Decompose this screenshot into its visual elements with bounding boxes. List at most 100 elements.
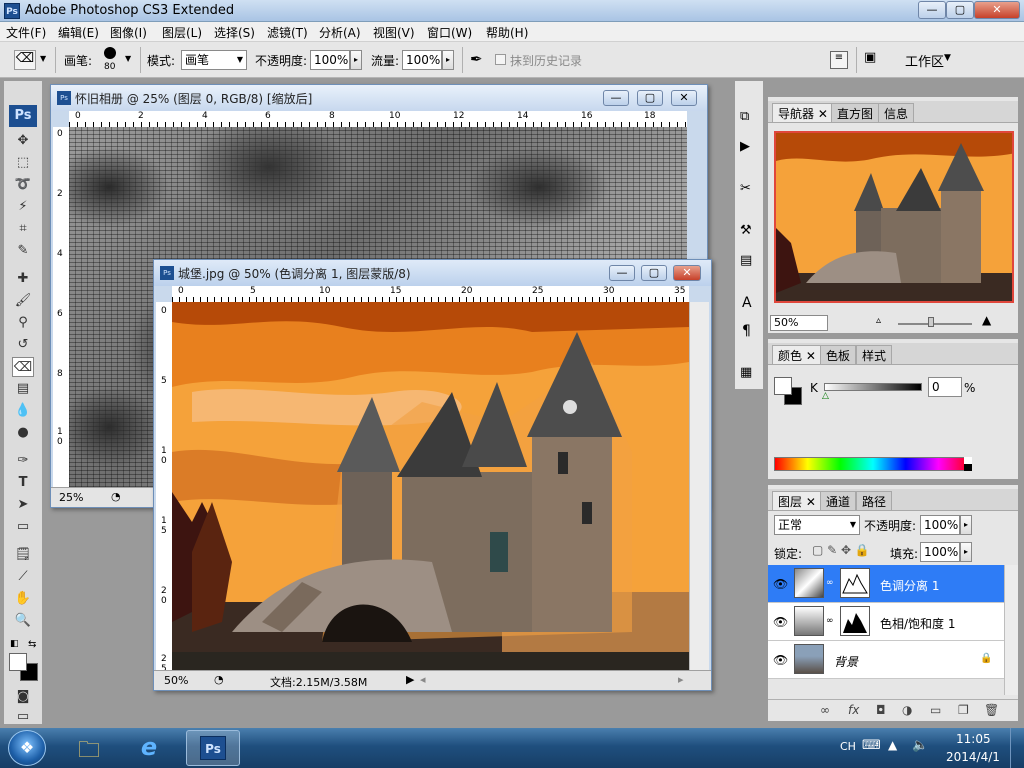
link-icon[interactable]: ∞ bbox=[826, 578, 834, 588]
zoom-tool-icon[interactable]: 🔍 bbox=[12, 611, 34, 631]
screen-mode-icon[interactable]: ▭ bbox=[12, 707, 34, 727]
show-desktop-button[interactable] bbox=[1010, 728, 1024, 768]
lasso-tool-icon[interactable]: ➰ bbox=[12, 175, 34, 195]
palette-well-icon[interactable]: ≡ bbox=[830, 51, 848, 69]
menu-image[interactable]: 图像(I) bbox=[110, 24, 147, 41]
k-value-input[interactable]: 0 bbox=[928, 377, 962, 397]
clock-date[interactable]: 2014/4/1 bbox=[946, 750, 1000, 764]
lock-icons[interactable]: ▢ ✎ ✥ 🔒 bbox=[812, 543, 870, 557]
menu-select[interactable]: 选择(S) bbox=[214, 24, 255, 41]
new-group-icon[interactable]: ▭ bbox=[930, 703, 941, 717]
status-info-arrow-icon[interactable]: ▶ bbox=[406, 673, 414, 686]
doc2-close-button[interactable]: ✕ bbox=[673, 265, 701, 281]
zoom-in-icon[interactable]: ▲ bbox=[982, 313, 991, 327]
fx-icon[interactable]: fx bbox=[848, 703, 859, 717]
doc1-status-menu-icon[interactable]: ◔ bbox=[111, 490, 121, 503]
flow-slider-button[interactable]: ▸ bbox=[442, 50, 454, 70]
restore-button[interactable]: ▢ bbox=[946, 1, 974, 19]
type-tool-icon[interactable]: T bbox=[12, 473, 34, 493]
menu-file[interactable]: 文件(F) bbox=[6, 24, 46, 41]
doc2-zoom-value[interactable]: 50% bbox=[164, 674, 188, 687]
doc1-minimize-button[interactable]: — bbox=[603, 90, 629, 106]
link-icon[interactable]: ∞ bbox=[826, 616, 834, 626]
actions-panel-icon[interactable]: ▶ bbox=[740, 139, 750, 154]
marquee-tool-icon[interactable]: ⬚ bbox=[12, 153, 34, 173]
eraser-tool-preset-icon[interactable]: ⌫ bbox=[14, 50, 36, 70]
navigator-zoom-slider[interactable] bbox=[898, 323, 972, 325]
spectrum-bw-swatch[interactable] bbox=[964, 457, 972, 471]
doc2-restore-button[interactable]: ▢ bbox=[641, 265, 667, 281]
eyedropper-tool-icon[interactable]: ⟋ bbox=[12, 567, 34, 587]
tab-layers[interactable]: 图层 ✕ bbox=[772, 491, 822, 510]
keyboard-icon[interactable]: ⌨ bbox=[862, 738, 881, 753]
explorer-taskbar-icon[interactable]: 🗀 bbox=[70, 733, 108, 763]
tab-swatches[interactable]: 色板 bbox=[820, 345, 857, 364]
ps-logo-icon[interactable]: Ps bbox=[9, 105, 37, 127]
default-colors-icon[interactable]: ◧ bbox=[10, 639, 19, 649]
layer-opacity-input[interactable]: 100% bbox=[920, 515, 960, 535]
fill-input[interactable]: 100% bbox=[920, 542, 960, 562]
dodge-tool-icon[interactable]: ● bbox=[12, 423, 34, 443]
menu-window[interactable]: 窗口(W) bbox=[427, 24, 472, 41]
swap-colors-icon[interactable]: ⇆ bbox=[28, 639, 36, 650]
photoshop-taskbar-button[interactable]: Ps bbox=[186, 730, 240, 766]
slice-tool-icon[interactable]: ✎ bbox=[12, 241, 34, 261]
foreground-color-swatch[interactable] bbox=[9, 653, 27, 671]
airbrush-icon[interactable]: ✒ bbox=[470, 50, 490, 70]
delete-layer-icon[interactable]: 🗑 bbox=[984, 703, 999, 717]
tab-channels[interactable]: 通道 bbox=[820, 491, 857, 510]
castle-image-canvas[interactable] bbox=[172, 302, 689, 670]
blend-mode-select[interactable]: 正常 ▼ bbox=[774, 515, 860, 535]
doc1-restore-button[interactable]: ▢ bbox=[637, 90, 663, 106]
layer-comps-icon[interactable]: ▦ bbox=[740, 365, 752, 380]
opacity-input[interactable]: 100% bbox=[310, 50, 350, 70]
preset-dropdown-icon[interactable]: ▼ bbox=[40, 54, 46, 63]
layer-opacity-slider[interactable]: ▸ bbox=[960, 515, 972, 535]
tab-histogram[interactable]: 直方图 bbox=[831, 103, 880, 122]
tab-color[interactable]: 颜色 ✕ bbox=[772, 345, 822, 364]
menu-edit[interactable]: 编辑(E) bbox=[58, 24, 99, 41]
brush-dropdown-icon[interactable]: ▼ bbox=[125, 54, 131, 63]
color-spectrum-bar[interactable] bbox=[774, 457, 972, 471]
layer-row-hue-saturation[interactable]: 👁 ∞ 色相/饱和度 1 bbox=[768, 603, 1004, 641]
visibility-eye-icon[interactable]: 👁 bbox=[773, 615, 788, 629]
eraser-tool-icon[interactable]: ⌫ bbox=[12, 357, 34, 377]
doc2-vertical-scrollbar[interactable] bbox=[689, 302, 709, 670]
workspace-dropdown-icon[interactable]: ▼ bbox=[944, 53, 951, 63]
tab-paths[interactable]: 路径 bbox=[856, 491, 893, 510]
visibility-eye-icon[interactable]: 👁 bbox=[773, 653, 788, 667]
quick-mask-icon[interactable]: ◙ bbox=[12, 687, 34, 707]
doc2-minimize-button[interactable]: — bbox=[609, 265, 635, 281]
tab-navigator[interactable]: 导航器 ✕ bbox=[772, 103, 834, 122]
navigator-zoom-input[interactable]: 50% bbox=[770, 315, 828, 331]
menu-view[interactable]: 视图(V) bbox=[373, 24, 415, 41]
menu-layer[interactable]: 图层(L) bbox=[162, 24, 202, 41]
doc1-zoom-value[interactable]: 25% bbox=[59, 491, 83, 504]
layer-row-posterize[interactable]: 👁 ∞ 色调分离 1 bbox=[768, 565, 1004, 603]
scroll-left-icon[interactable]: ◂ bbox=[420, 673, 426, 686]
fill-slider[interactable]: ▸ bbox=[960, 542, 972, 562]
path-selection-icon[interactable]: ➤ bbox=[12, 495, 34, 515]
input-language[interactable]: CH bbox=[840, 740, 856, 753]
gradient-tool-icon[interactable]: ▤ bbox=[12, 379, 34, 399]
notes-tool-icon[interactable]: 🗒 bbox=[12, 545, 34, 565]
color-foreground-swatch[interactable] bbox=[774, 377, 792, 395]
brush-tool-icon[interactable]: 🖌 bbox=[12, 291, 34, 311]
move-tool-icon[interactable]: ✥ bbox=[12, 131, 34, 151]
clone-source-icon[interactable]: ▤ bbox=[740, 253, 752, 268]
close-button[interactable]: ✕ bbox=[974, 1, 1020, 19]
crop-tool-icon[interactable]: ⌗ bbox=[12, 219, 34, 239]
opacity-slider-button[interactable]: ▸ bbox=[350, 50, 362, 70]
healing-brush-icon[interactable]: ✚ bbox=[12, 269, 34, 289]
mode-select[interactable]: 画笔 ▼ bbox=[181, 50, 247, 70]
erase-history-checkbox[interactable] bbox=[495, 54, 506, 65]
blur-tool-icon[interactable]: 💧 bbox=[12, 401, 34, 421]
history-brush-icon[interactable]: ↺ bbox=[12, 335, 34, 355]
k-slider-thumb[interactable]: △ bbox=[822, 391, 829, 401]
minimize-button[interactable]: — bbox=[918, 1, 946, 19]
doc2-status-menu-icon[interactable]: ◔ bbox=[214, 673, 224, 686]
character-panel-icon[interactable]: A bbox=[742, 295, 752, 311]
layers-scrollbar[interactable] bbox=[1004, 565, 1018, 695]
bridge-icon[interactable]: ▣ bbox=[864, 50, 886, 70]
start-button[interactable]: ❖ bbox=[8, 730, 46, 766]
